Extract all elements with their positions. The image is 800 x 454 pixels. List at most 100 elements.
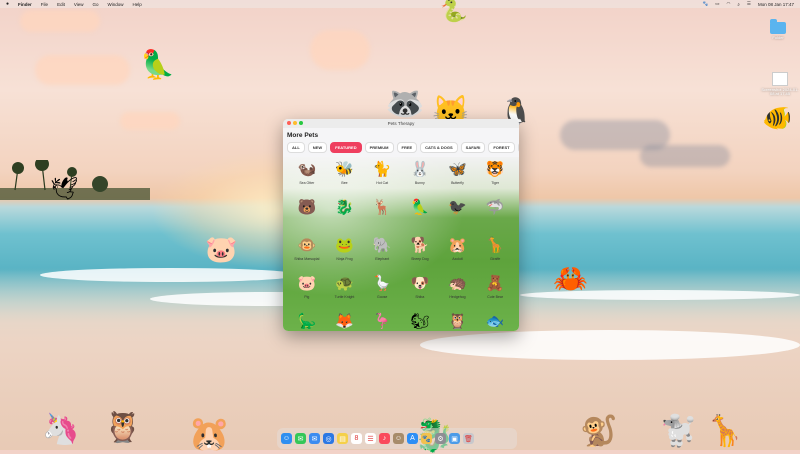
pet-card[interactable]: 🐟 (476, 312, 514, 331)
pet-card[interactable]: 🐯 Tiger (476, 160, 514, 192)
battery-icon[interactable]: ▭ (715, 1, 719, 7)
wifi-icon[interactable]: ◠ (726, 1, 730, 7)
pet-card[interactable]: 🐻 (288, 198, 326, 230)
contacts-icon[interactable]: ☺ (393, 433, 404, 444)
notes-icon[interactable]: ▤ (337, 433, 348, 444)
pet-card[interactable]: 🦕 (288, 312, 326, 331)
pet-card[interactable]: 🦩 (363, 312, 401, 331)
control-center-icon[interactable]: ☰ (747, 1, 751, 7)
menu-edit[interactable]: Edit (57, 2, 65, 7)
crab-pet[interactable]: 🦀 (553, 262, 588, 295)
desktop-folder[interactable]: Folder (770, 19, 786, 40)
pet-card[interactable]: 🦜 (401, 198, 439, 230)
pet-card[interactable]: 🐵 Shiba Marsupial (288, 236, 326, 268)
pet-sprite: 🐢 (335, 275, 354, 292)
giraffe-pet[interactable]: 🦒 (706, 414, 743, 449)
pet-card[interactable]: 🦌 (363, 198, 401, 230)
pet-card[interactable]: 🐉 (326, 198, 364, 230)
category-chip[interactable]: FEATURED (330, 142, 362, 153)
pet-card[interactable]: 🐕 Sheep Dog (401, 236, 439, 268)
red-panda-pet[interactable]: 🦝 (385, 84, 425, 122)
pet-name: Turtle Knight (334, 295, 355, 299)
pet-card[interactable]: 🦉 (439, 312, 477, 331)
hamster-wheel-pet[interactable]: 🐹 (188, 414, 230, 454)
pet-card[interactable]: 🦈 (476, 198, 514, 230)
zoom-button[interactable] (299, 121, 303, 125)
pet-card[interactable]: 🦊 (326, 312, 364, 331)
pet-name: Cute Bear (487, 295, 504, 299)
pet-card[interactable]: 🧸 Cute Bear (476, 274, 514, 306)
messages-icon[interactable]: ✉ (295, 433, 306, 444)
app-store-icon[interactable]: A (407, 433, 418, 444)
menu-clock[interactable]: Mon 08 Jan 17:47 (758, 2, 794, 7)
pet-sprite: 🦕 (297, 313, 317, 330)
category-chip[interactable]: CATS & DOGS (420, 142, 458, 153)
app-menu[interactable]: Finder (18, 2, 32, 7)
owl-pet[interactable]: 🦉 (104, 410, 141, 445)
reminders-icon[interactable]: ☰ (365, 433, 376, 444)
fish-pet[interactable]: 🐠 (762, 104, 792, 133)
pet-card[interactable]: 🦦 Sea Otter (288, 160, 326, 192)
pet-card[interactable]: 🦒 Giraffe (476, 236, 514, 268)
calendar-icon[interactable]: 8 (351, 433, 362, 444)
window-titlebar[interactable]: Pets Therapy (283, 119, 519, 128)
menu-window[interactable]: Window (108, 2, 124, 7)
mail-icon[interactable]: ✉ (309, 433, 320, 444)
pet-card[interactable]: 🐰 Bunny (401, 160, 439, 192)
category-chip[interactable]: FOREST (488, 142, 515, 153)
pet-card[interactable]: 🐢 Turtle Knight (326, 274, 364, 306)
pet-sprite: 🦜 (410, 199, 430, 216)
minimize-button[interactable] (293, 121, 297, 125)
pet-card[interactable]: 🐶 Shiba (401, 274, 439, 306)
wave-foam (420, 330, 800, 360)
folder-icon (770, 19, 786, 34)
cloud (35, 55, 130, 85)
pet-card[interactable]: 🐘 Elephant (363, 236, 401, 268)
category-chip[interactable]: FREE (396, 142, 418, 153)
trash-icon[interactable]: 🗑 (463, 433, 474, 444)
menu-help[interactable]: Help (133, 2, 142, 7)
finder-icon[interactable]: ☺ (281, 433, 292, 444)
preview-icon[interactable]: ▣ (449, 433, 460, 444)
category-chip[interactable]: SAFARI (460, 142, 486, 153)
unicorn-pet[interactable]: 🦄 (42, 412, 79, 447)
axolotl-pet[interactable]: 🐷 (205, 234, 237, 265)
pet-card[interactable]: 🐸 Ninja Frog (326, 236, 364, 268)
pet-card[interactable]: 🐹 Axolotl (439, 236, 477, 268)
snake-pet[interactable]: 🐍 (440, 0, 467, 24)
menu-file[interactable]: File (41, 2, 48, 7)
pet-name: Bunny (414, 181, 425, 185)
category-chip[interactable]: PREMIUM (364, 142, 394, 153)
pets-status-icon[interactable]: 🐾 (703, 1, 709, 7)
category-chip[interactable]: NEW (307, 142, 328, 153)
pet-card[interactable]: 🦋 Butterfly (439, 160, 477, 192)
pet-sprite: 🐦‍⬛ (448, 199, 467, 216)
close-button[interactable] (287, 121, 291, 125)
system-settings-icon[interactable]: ⚙ (435, 433, 446, 444)
cockatoo-pet[interactable]: 🦜 (140, 48, 175, 81)
window-title: Pets Therapy (387, 121, 415, 126)
category-chip[interactable]: FA (517, 142, 519, 153)
pet-sprite: 🪿 (372, 275, 392, 292)
pet-card[interactable]: 🐝 Bee (326, 160, 364, 192)
pet-card[interactable]: 🐈 Hot Cat (363, 160, 401, 192)
pet-card[interactable]: 🐦‍⬛ (439, 198, 477, 230)
category-chip[interactable]: ALL (287, 142, 305, 153)
seagull-pet[interactable]: 🕊 (50, 176, 78, 202)
pet-card[interactable]: 🐿 (401, 312, 439, 331)
menu-go[interactable]: Go (93, 2, 99, 7)
desktop-screenshot[interactable]: Screenshot 2024-01-08 at 17.45 (760, 72, 800, 97)
pet-card[interactable]: 🪿 Goose (363, 274, 401, 306)
poodle-pet[interactable]: 🐩 (660, 414, 697, 449)
pet-sprite: 🐝 (335, 161, 354, 178)
monkey-pet[interactable]: 🐒 (580, 414, 617, 449)
apple-menu-icon[interactable]: ● (6, 1, 9, 7)
music-icon[interactable]: ♪ (379, 433, 390, 444)
menu-view[interactable]: View (74, 2, 84, 7)
pet-card[interactable]: 🦔 Hedgehog (439, 274, 477, 306)
pet-name: Axolotl (452, 257, 463, 261)
search-icon[interactable]: ⌕ (737, 2, 740, 7)
pet-card[interactable]: 🐷 Pig (288, 274, 326, 306)
pets-therapy-icon[interactable]: 🐾 (421, 433, 432, 444)
safari-icon[interactable]: ◎ (323, 433, 334, 444)
